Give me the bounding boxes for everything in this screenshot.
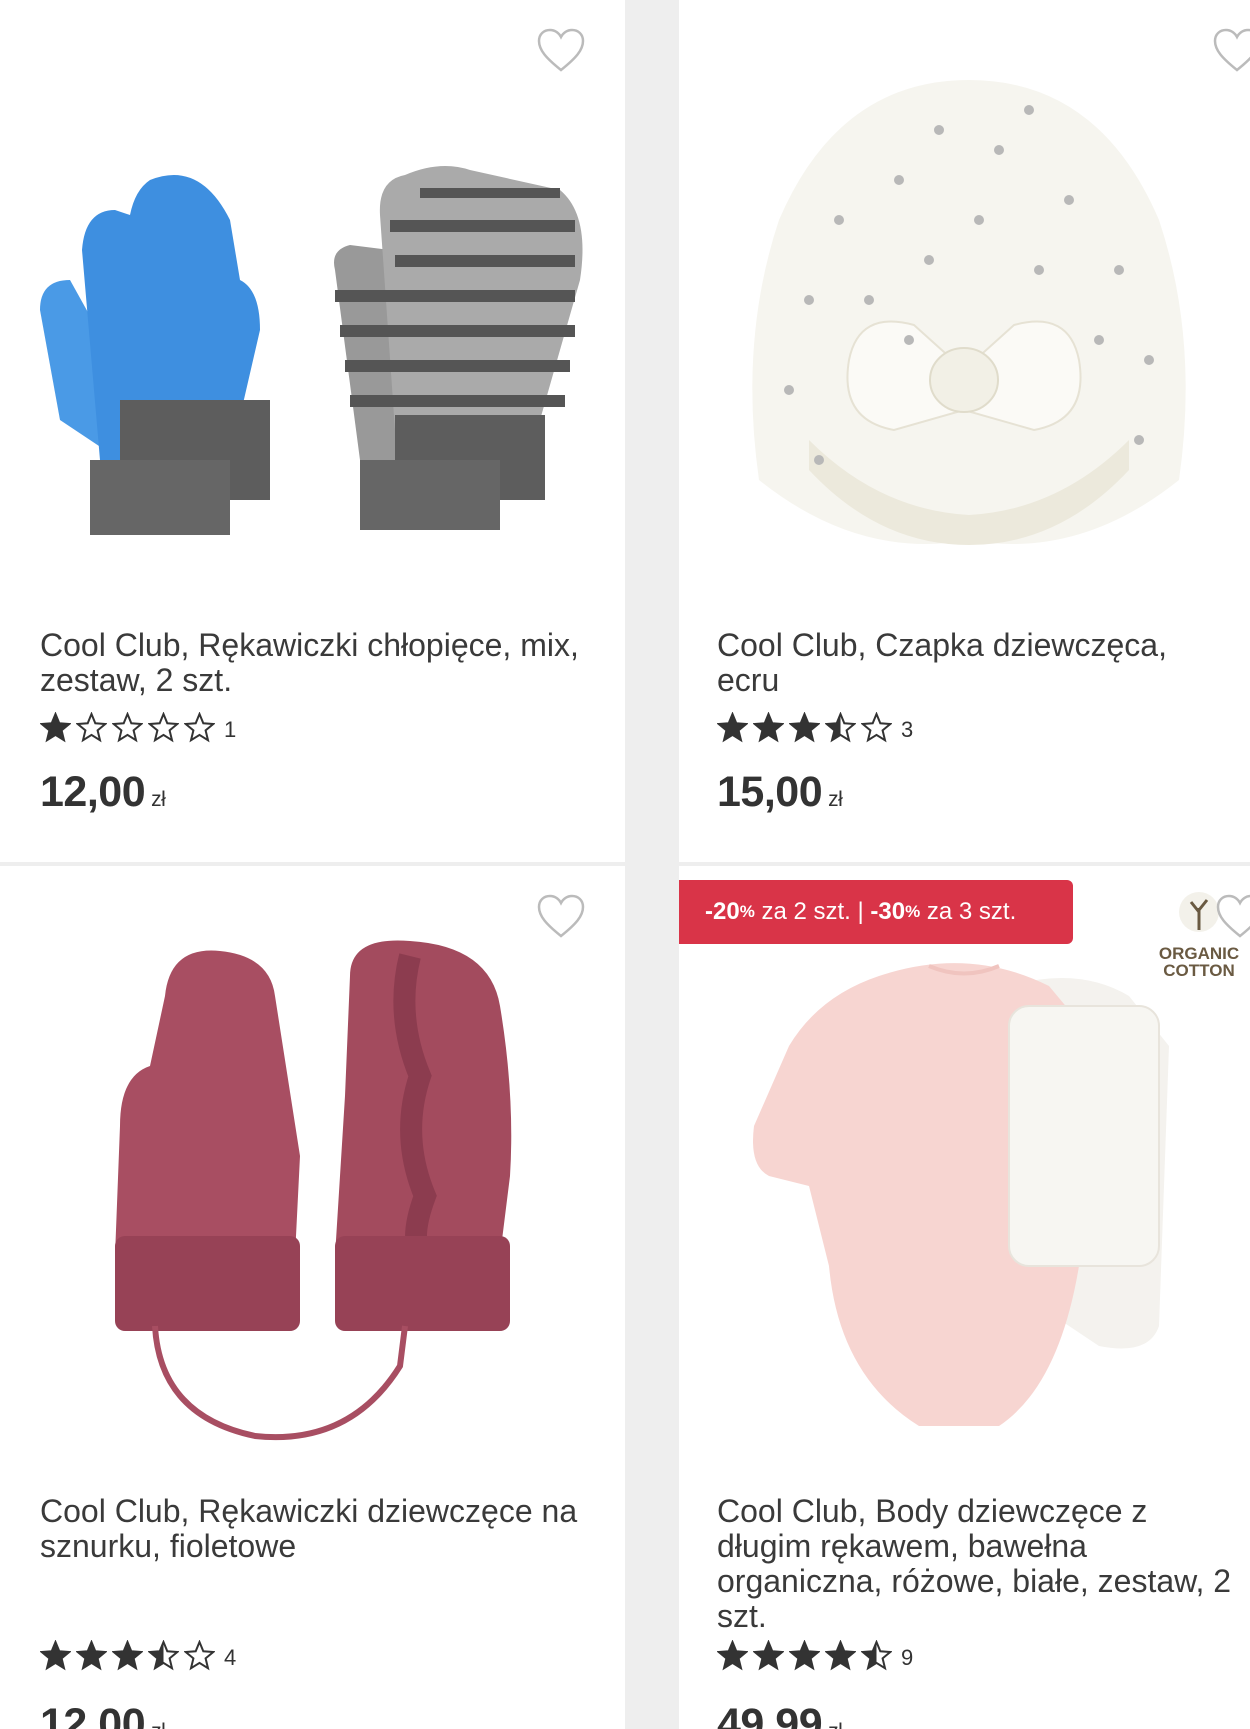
cotton-label: COTTON xyxy=(1163,961,1235,980)
star-empty-icon xyxy=(861,712,892,743)
favorite-heart-icon[interactable] xyxy=(1215,894,1250,940)
review-count: 1 xyxy=(224,717,237,742)
star-full-icon xyxy=(112,1640,143,1671)
rating-stars xyxy=(40,1640,220,1676)
star-empty-icon xyxy=(148,712,179,743)
price-currency: zł xyxy=(828,1720,843,1729)
price-amount: 49,99 xyxy=(717,1700,823,1729)
star-empty-icon xyxy=(184,1640,215,1671)
promo-discount-2: -30 xyxy=(870,898,906,925)
product-image[interactable] xyxy=(679,40,1250,600)
star-full-icon xyxy=(717,1640,748,1671)
star-empty-icon xyxy=(76,712,107,743)
product-card[interactable]: Cool Club, Rękawiczki chłopięce, mix, ze… xyxy=(0,0,625,862)
product-price: 12,00 zł xyxy=(40,1700,166,1729)
product-card[interactable]: Cool Club, Czapka dziewczęca, ecru 3 15,… xyxy=(679,0,1250,862)
product-title[interactable]: Cool Club, Czapka dziewczęca, ecru xyxy=(717,628,1237,698)
product-image[interactable] xyxy=(679,926,1250,1486)
price-amount: 12,00 xyxy=(40,1700,146,1729)
star-full-icon xyxy=(76,1640,107,1671)
promo-percent-1: % xyxy=(739,902,755,921)
star-full-icon xyxy=(753,712,784,743)
product-image[interactable] xyxy=(0,896,625,1456)
promo-text-1: za 2 szt. | xyxy=(754,898,871,925)
star-full-icon xyxy=(40,1640,71,1671)
star-half-icon xyxy=(825,712,856,743)
star-empty-icon xyxy=(112,712,143,743)
review-count: 9 xyxy=(901,1645,914,1670)
promo-percent-2: % xyxy=(905,902,921,921)
star-full-icon xyxy=(825,1640,856,1671)
star-full-icon xyxy=(717,712,748,743)
price-currency: zł xyxy=(828,788,843,811)
review-count: 4 xyxy=(224,1645,237,1670)
rating-stars xyxy=(40,712,220,748)
organic-label: ORGANIC xyxy=(1158,944,1240,963)
favorite-heart-icon[interactable] xyxy=(1212,28,1250,74)
star-full-icon xyxy=(789,1640,820,1671)
product-price: 12,00zł xyxy=(40,768,166,817)
product-title[interactable]: Cool Club, Rękawiczki dziewczęce na sznu… xyxy=(40,1494,580,1564)
price-currency: zł xyxy=(151,1720,166,1729)
star-full-icon xyxy=(40,712,71,743)
product-card[interactable]: Cool Club, Rękawiczki dziewczęce na sznu… xyxy=(0,866,625,1729)
product-price: 15,00 zł xyxy=(717,768,843,817)
review-count: 3 xyxy=(901,717,914,742)
rating-stars xyxy=(717,712,897,748)
product-rating: 4 xyxy=(40,1640,236,1676)
favorite-heart-icon[interactable] xyxy=(536,28,586,74)
star-half-icon xyxy=(148,1640,179,1671)
product-title[interactable]: Cool Club, Body dziewczęce z długim ręka… xyxy=(717,1494,1237,1634)
product-rating: 9 xyxy=(717,1640,913,1676)
product-title[interactable]: Cool Club, Rękawiczki chłopięce, mix, ze… xyxy=(40,628,580,698)
promo-text-2: za 3 szt. xyxy=(920,898,1017,925)
star-empty-icon xyxy=(184,712,215,743)
product-card[interactable]: -20% za 2 szt. | -30% za 3 szt. ORGANIC … xyxy=(679,866,1250,1729)
star-full-icon xyxy=(753,1640,784,1671)
promo-discount-1: -20 xyxy=(705,898,740,925)
price-amount: 15,00 xyxy=(717,768,823,816)
product-rating: 3 xyxy=(717,712,913,748)
promo-badge: -20% za 2 szt. | -30% za 3 szt. xyxy=(679,880,1073,944)
product-price: 49,99 zł xyxy=(717,1700,843,1729)
product-rating: 1 xyxy=(40,712,236,748)
price-currency: zł xyxy=(151,788,166,811)
rating-stars xyxy=(717,1640,897,1676)
star-half-icon xyxy=(861,1640,892,1671)
favorite-heart-icon[interactable] xyxy=(536,894,586,940)
product-image[interactable] xyxy=(0,40,625,600)
star-full-icon xyxy=(789,712,820,743)
price-amount: 12,00 xyxy=(40,768,146,816)
